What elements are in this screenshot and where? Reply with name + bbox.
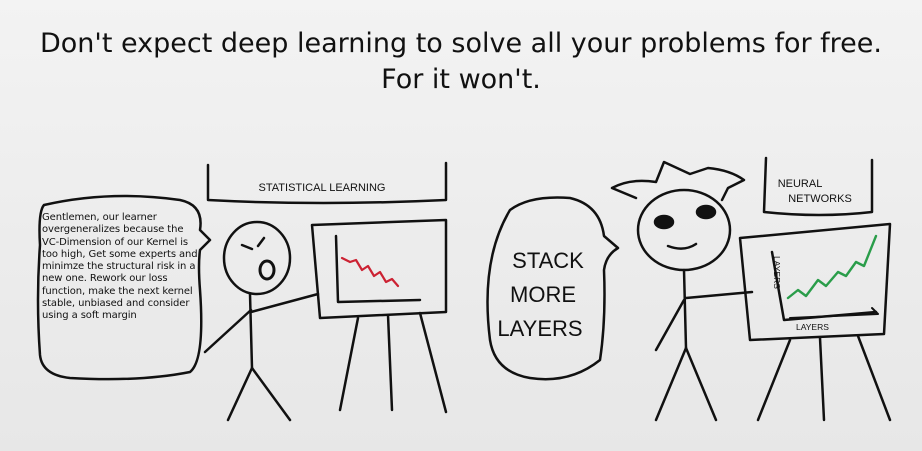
right-chart-green-line: [786, 234, 878, 300]
statistical-learning-label: STATISTICAL LEARNING: [259, 182, 386, 194]
jester-eye-left: [653, 214, 675, 230]
stack-label: STACK: [512, 248, 584, 273]
networks-label: NETWORKS: [788, 193, 852, 205]
speech-bubble-text: Gentlemen, our learner overgeneralizes b…: [42, 212, 198, 322]
left-figure-arms: [203, 292, 320, 354]
left-chart-axes: [334, 234, 422, 304]
jester-hat: [610, 160, 746, 202]
chart-x-axis-label: LAYERS: [796, 322, 829, 332]
left-figure-head: [222, 220, 292, 296]
left-easel-board: [310, 218, 448, 320]
chart-y-axis-label: LAYERS: [772, 256, 782, 289]
jester-legs: [654, 346, 718, 422]
jester-eye-right: [695, 204, 717, 220]
left-figure-body: [248, 292, 254, 370]
jester-arms: [654, 290, 754, 352]
left-easel-legs: [338, 311, 448, 414]
left-figure-mouth: [258, 259, 276, 281]
right-easel-legs: [756, 334, 892, 422]
left-figure-eyes: [240, 236, 266, 251]
layers-label: LAYERS: [497, 316, 582, 341]
right-chart-axes: [770, 250, 878, 322]
neural-label: NEURAL: [778, 178, 823, 190]
left-figure-legs: [226, 366, 292, 422]
left-chart-red-line: [340, 256, 400, 288]
jester-body: [682, 268, 688, 350]
more-label: MORE: [510, 282, 576, 307]
jester-mouth: [666, 242, 698, 250]
jester-head: [636, 188, 732, 272]
